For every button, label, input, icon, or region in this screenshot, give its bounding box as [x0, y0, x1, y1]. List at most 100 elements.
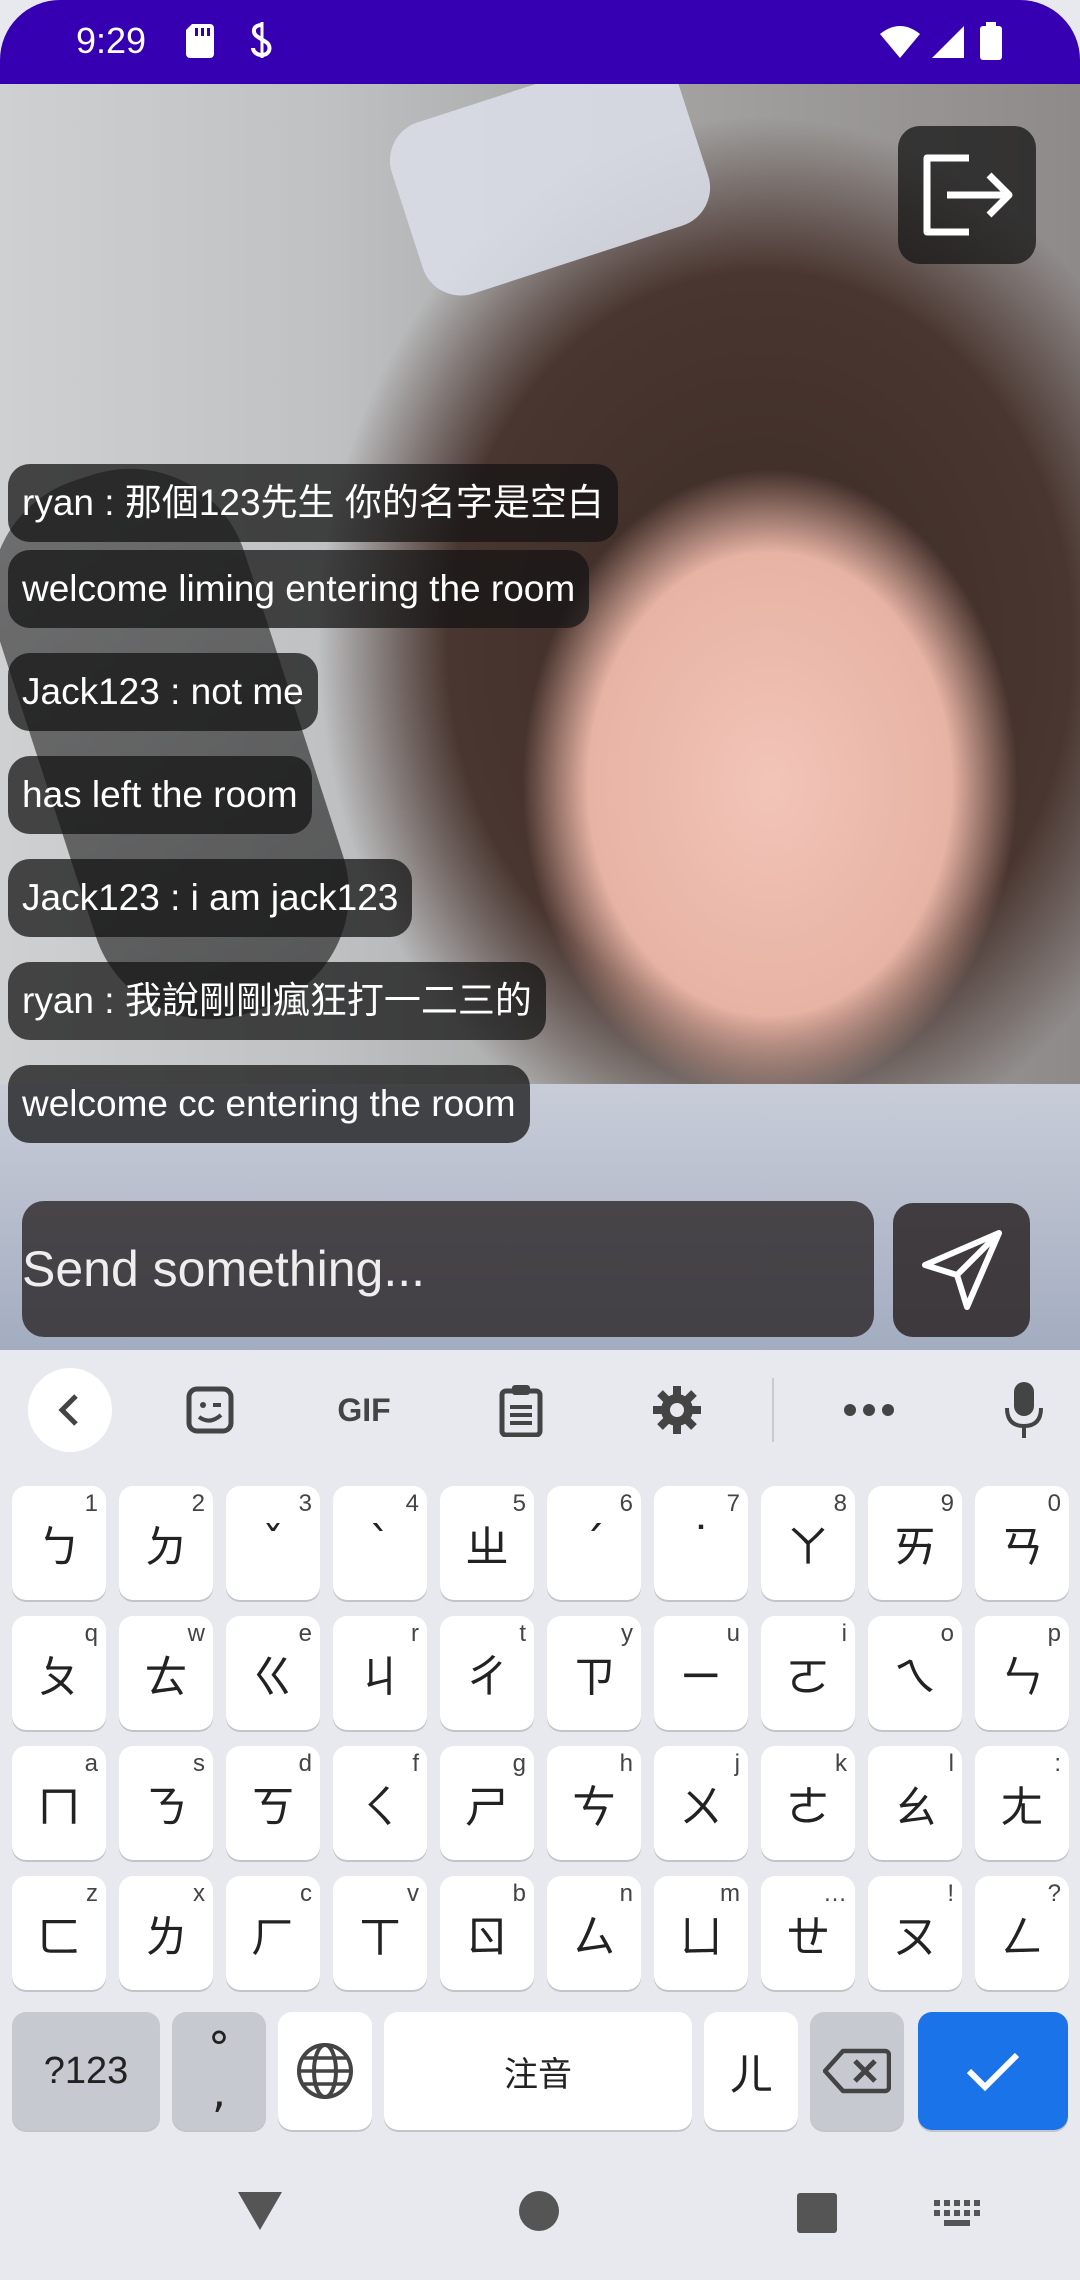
key-5[interactable]: ㄓ5 [440, 1486, 534, 1600]
key-![interactable]: ㄡ! [868, 1876, 962, 1990]
gif-button[interactable]: GIF [324, 1370, 404, 1450]
screen: 9:29 ryan : 那個123先生 你的名字是空白 welcome limi… [0, 0, 1080, 2280]
key-hint: 1 [84, 1490, 98, 1517]
key-1[interactable]: ㄅ1 [12, 1486, 106, 1600]
key-char: ㄍ [251, 1652, 295, 1703]
key-hint: t [519, 1620, 526, 1647]
key-l[interactable]: ㄠl [868, 1746, 962, 1860]
er-key[interactable]: ㄦ [704, 2012, 798, 2130]
key-4[interactable]: ˋ4 [333, 1486, 427, 1600]
key-k[interactable]: ㄜk [761, 1746, 855, 1860]
keyboard-icon [934, 2200, 980, 2226]
key-char: ㄓ [465, 1522, 509, 1573]
backspace-icon [823, 2048, 891, 2094]
key-char: ㄉ [144, 1522, 188, 1573]
key-9[interactable]: ㄞ9 [868, 1486, 962, 1600]
key-n[interactable]: ㄙn [547, 1876, 641, 1990]
key-d[interactable]: ㄎd [226, 1746, 320, 1860]
message-input[interactable]: Send something... [22, 1201, 874, 1337]
key-e[interactable]: ㄍe [226, 1616, 320, 1730]
key-u[interactable]: ㄧu [654, 1616, 748, 1730]
key-t[interactable]: ㄔt [440, 1616, 534, 1730]
clipboard-icon [499, 1385, 543, 1437]
key-?[interactable]: ㄥ? [975, 1876, 1069, 1990]
key-hint: : [1054, 1750, 1061, 1777]
key-3[interactable]: ˇ3 [226, 1486, 320, 1600]
globe-icon [297, 2043, 353, 2099]
symbols-key[interactable]: ?123 [12, 2012, 160, 2130]
key-0[interactable]: ㄢ0 [975, 1486, 1069, 1600]
key-b[interactable]: ㄖb [440, 1876, 534, 1990]
key-x[interactable]: ㄌx [119, 1876, 213, 1990]
key-7[interactable]: ˙ 7 [654, 1486, 748, 1600]
key-g[interactable]: ㄕg [440, 1746, 534, 1860]
key-m[interactable]: ㄩm [654, 1876, 748, 1990]
more-horizontal-icon [844, 1404, 894, 1416]
key-y[interactable]: ㄗy [547, 1616, 641, 1730]
key-char: ˇ [262, 1517, 284, 1569]
sticker-button[interactable] [170, 1370, 250, 1450]
key-i[interactable]: ㄛi [761, 1616, 855, 1730]
send-button[interactable] [893, 1203, 1030, 1337]
key-j[interactable]: ㄨj [654, 1746, 748, 1860]
key-char: ㄆ [37, 1652, 81, 1703]
chat-message: ryan : 我說剛剛瘋狂打一二三的 [8, 962, 546, 1040]
key-2[interactable]: ㄉ2 [119, 1486, 213, 1600]
key-v[interactable]: ㄒv [333, 1876, 427, 1990]
key-hint: 8 [833, 1490, 847, 1517]
punctuation-key[interactable]: ° , [172, 2012, 266, 2130]
keyboard-switch-button[interactable] [934, 2200, 980, 2233]
key-o[interactable]: ㄟo [868, 1616, 962, 1730]
key-char: ㄠ [893, 1782, 937, 1833]
key-:[interactable]: ㄤ: [975, 1746, 1069, 1860]
backspace-key[interactable] [810, 2012, 904, 2130]
exit-room-button[interactable] [898, 126, 1036, 264]
key-q[interactable]: ㄆq [12, 1616, 106, 1730]
key-f[interactable]: ㄑf [333, 1746, 427, 1860]
key-char: ㄥ [1000, 1912, 1044, 1963]
key-h[interactable]: ㄘh [547, 1746, 641, 1860]
space-key[interactable]: 注音 [384, 2012, 692, 2130]
key-char: ㄙ [572, 1912, 616, 1963]
key-s[interactable]: ㄋs [119, 1746, 213, 1860]
nav-back-button[interactable] [236, 2190, 284, 2237]
nav-recents-button[interactable] [796, 2192, 838, 2239]
key-8[interactable]: ㄚ8 [761, 1486, 855, 1600]
key-a[interactable]: ㄇa [12, 1746, 106, 1860]
settings-button[interactable] [637, 1370, 717, 1450]
key-char: ㄞ [893, 1522, 937, 1573]
keyboard-toolbar: GIF [0, 1350, 1080, 1470]
language-key[interactable] [278, 2012, 372, 2130]
key-hint: b [512, 1880, 526, 1907]
key-c[interactable]: ㄏc [226, 1876, 320, 1990]
key-z[interactable]: ㄈz [12, 1876, 106, 1990]
more-button[interactable] [829, 1370, 909, 1450]
key-hint: u [726, 1620, 740, 1647]
toolbar-back-button[interactable] [28, 1368, 112, 1452]
key-w[interactable]: ㄊw [119, 1616, 213, 1730]
key-char: ㄛ [786, 1652, 830, 1703]
nav-home-button[interactable] [518, 2190, 560, 2237]
chat-message: Jack123 : i am jack123 [8, 859, 413, 937]
enter-key[interactable] [918, 2012, 1068, 2130]
battery-icon [980, 22, 1002, 65]
key-p[interactable]: ㄣp [975, 1616, 1069, 1730]
key-…[interactable]: ㄝ… [761, 1876, 855, 1990]
key-char: ㄅ [37, 1522, 81, 1573]
key-r[interactable]: ㄐr [333, 1616, 427, 1730]
key-hint: n [619, 1880, 633, 1907]
voice-input-button[interactable] [984, 1370, 1064, 1450]
cellular-signal-icon [932, 26, 964, 63]
key-char: ㄔ [465, 1652, 509, 1703]
key-hint: a [84, 1750, 98, 1777]
key-hint: x [193, 1880, 205, 1907]
key-char: ㄜ [786, 1782, 830, 1833]
key-hint: o [940, 1620, 954, 1647]
clipboard-button[interactable] [481, 1370, 561, 1450]
status-bar: 9:29 [0, 0, 1080, 84]
circle-home-icon [519, 2191, 559, 2231]
key-char: ㄩ [679, 1912, 723, 1963]
key-6[interactable]: ˊ6 [547, 1486, 641, 1600]
message-input-placeholder: Send something... [22, 1241, 426, 1297]
key-hint: j [734, 1750, 740, 1777]
